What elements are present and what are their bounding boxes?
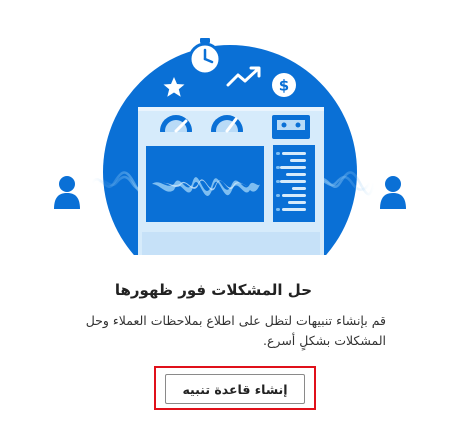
person-icon xyxy=(380,176,406,209)
person-icon xyxy=(54,176,80,209)
empty-state-description: قم بإنشاء تنبيهات لتظل على اطلاع بملاحظا… xyxy=(85,313,386,348)
tape-icon xyxy=(272,115,310,139)
dollar-icon: $ xyxy=(272,73,296,97)
hero-illustration: $ xyxy=(54,38,406,255)
console-machine xyxy=(138,107,324,255)
create-alert-rule-button[interactable]: إنشاء قاعدة تنبيه xyxy=(165,374,305,404)
empty-state-title: حل المشكلات فور ظهورها xyxy=(114,281,312,299)
stopwatch-icon xyxy=(188,38,222,76)
svg-text:$: $ xyxy=(279,77,289,95)
